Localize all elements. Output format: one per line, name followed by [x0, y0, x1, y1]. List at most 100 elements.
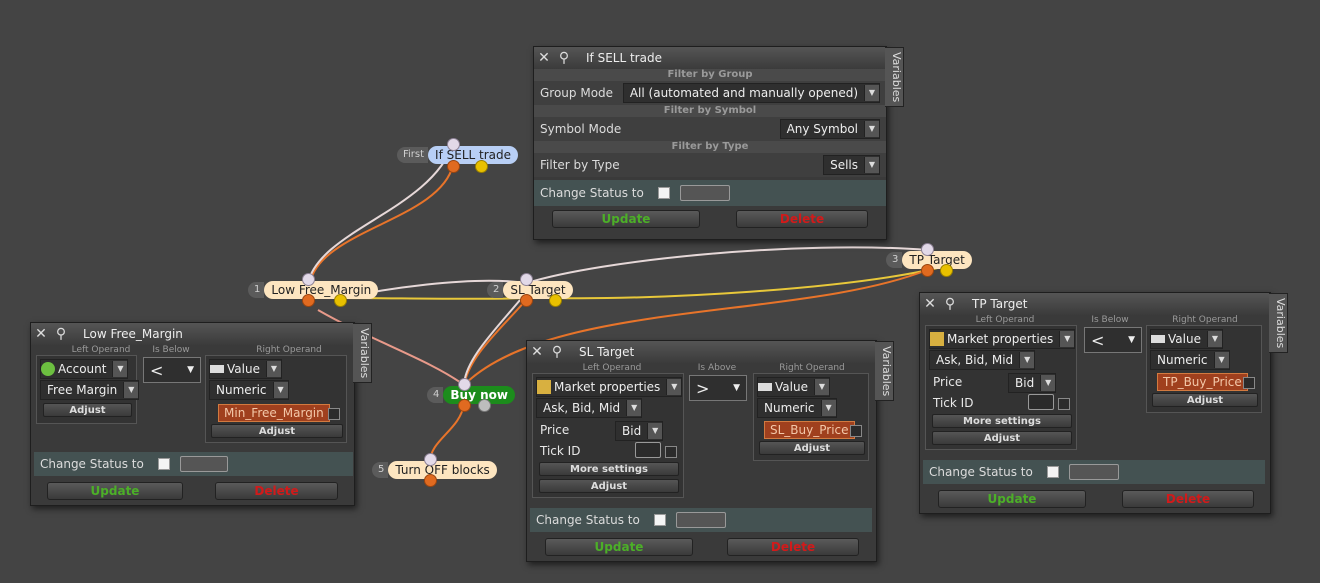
- node-output-dot[interactable]: [549, 294, 562, 307]
- delete-button[interactable]: Delete: [1122, 490, 1254, 508]
- node-label: Turn OFF blocks: [388, 461, 497, 479]
- node-number: 5: [372, 462, 389, 478]
- variables-tab[interactable]: Variables: [1269, 293, 1288, 354]
- change-status-checkbox[interactable]: [157, 458, 170, 470]
- node-output-dot[interactable]: [302, 294, 315, 307]
- window-titlebar[interactable]: ✕ ⚲ SL Target: [527, 341, 876, 363]
- node-buy-now[interactable]: 4 Buy now: [427, 386, 515, 404]
- tick-id-checkbox[interactable]: [1058, 398, 1070, 410]
- node-output-dot[interactable]: [520, 294, 533, 307]
- status-color-swatch[interactable]: [1068, 464, 1119, 480]
- pin-icon[interactable]: ⚲: [51, 326, 71, 342]
- variables-tab[interactable]: Variables: [885, 47, 904, 108]
- select-value: Bid: [1015, 376, 1035, 390]
- group-mode-select[interactable]: All (automated and manually opened) ▼: [622, 83, 880, 103]
- change-status-checkbox[interactable]: [1046, 466, 1059, 478]
- window-titlebar[interactable]: ✕ ⚲ TP Target: [920, 293, 1270, 315]
- right-format-select[interactable]: Numeric ▼: [209, 380, 289, 400]
- filter-type-select[interactable]: Sells ▼: [823, 155, 880, 175]
- variable-checkbox[interactable]: [850, 425, 862, 437]
- left-value-select[interactable]: Free Margin ▼: [40, 380, 140, 400]
- adjust-button[interactable]: Adjust: [932, 431, 1072, 445]
- tick-id-checkbox[interactable]: [665, 446, 677, 458]
- pin-icon[interactable]: ⚲: [940, 296, 960, 312]
- more-settings-button[interactable]: More settings: [539, 462, 679, 476]
- variable-field[interactable]: SL_Buy_Price: [764, 421, 855, 439]
- left-type-select[interactable]: Market properties ▼: [536, 377, 683, 397]
- node-output-dot[interactable]: [447, 160, 460, 173]
- update-button[interactable]: Update: [938, 490, 1086, 508]
- variable-checkbox[interactable]: [328, 408, 340, 420]
- button-row: Update Delete: [534, 206, 886, 228]
- node-input-dot[interactable]: [520, 273, 533, 286]
- adjust-button[interactable]: Adjust: [539, 479, 679, 493]
- variable-checkbox[interactable]: [1243, 377, 1255, 389]
- left-operand-caption: Left Operand: [582, 363, 642, 373]
- node-input-dot[interactable]: [424, 453, 437, 466]
- window-titlebar[interactable]: ✕ ⚲ Low Free_Margin: [31, 323, 354, 345]
- close-icon[interactable]: ✕: [534, 50, 554, 66]
- market-icon: [537, 380, 551, 394]
- price-select[interactable]: Bid ▼: [1008, 373, 1057, 393]
- node-output-dot[interactable]: [334, 294, 347, 307]
- more-settings-button[interactable]: More settings: [932, 414, 1072, 428]
- adjust-button[interactable]: Adjust: [43, 403, 132, 417]
- delete-button[interactable]: Delete: [736, 210, 868, 228]
- update-button[interactable]: Update: [552, 210, 700, 228]
- adjust-button[interactable]: Adjust: [1152, 393, 1258, 407]
- update-button[interactable]: Update: [47, 482, 183, 500]
- node-output-dot[interactable]: [475, 160, 488, 173]
- pin-icon[interactable]: ⚲: [547, 344, 567, 360]
- node-output-dot[interactable]: [940, 264, 953, 277]
- pin-icon[interactable]: ⚲: [554, 50, 574, 66]
- left-type-select[interactable]: Account ▼: [40, 359, 129, 379]
- variables-tab[interactable]: Variables: [875, 341, 894, 402]
- right-type-select[interactable]: Value ▼: [757, 377, 830, 397]
- price-select[interactable]: Bid ▼: [615, 421, 664, 441]
- operator-select[interactable]: < ▼: [1084, 327, 1142, 353]
- left-value-select[interactable]: Ask, Bid, Mid ▼: [929, 350, 1036, 370]
- close-icon[interactable]: ✕: [527, 344, 547, 360]
- operator-select[interactable]: > ▼: [689, 375, 747, 401]
- symbol-mode-select[interactable]: Any Symbol ▼: [779, 119, 880, 139]
- right-format-select[interactable]: Numeric ▼: [1150, 350, 1230, 370]
- node-output-dot[interactable]: [478, 399, 491, 412]
- node-input-dot[interactable]: [447, 138, 460, 151]
- adjust-button[interactable]: Adjust: [759, 441, 865, 455]
- variables-tab[interactable]: Variables: [353, 323, 372, 384]
- chevron-down-icon: ▼: [864, 157, 879, 173]
- tick-id-input[interactable]: [635, 442, 661, 458]
- sl-target-window: ✕ ⚲ SL Target Variables Left Operand Is …: [526, 340, 894, 562]
- node-input-dot[interactable]: [458, 378, 471, 391]
- node-output-dot[interactable]: [424, 474, 437, 487]
- select-value: All (automated and manually opened): [629, 86, 858, 100]
- left-type-select[interactable]: Market properties ▼: [929, 329, 1076, 349]
- close-icon[interactable]: ✕: [31, 326, 51, 342]
- node-input-dot[interactable]: [921, 243, 934, 256]
- change-status-checkbox[interactable]: [653, 514, 666, 526]
- group-mode-row: Group Mode All (automated and manually o…: [534, 81, 886, 105]
- update-button[interactable]: Update: [545, 538, 693, 556]
- node-input-dot[interactable]: [302, 273, 315, 286]
- status-color-swatch[interactable]: [675, 512, 726, 528]
- node-output-dot[interactable]: [921, 264, 934, 277]
- adjust-button[interactable]: Adjust: [211, 424, 343, 438]
- tick-id-input[interactable]: [1028, 394, 1054, 410]
- node-output-dot[interactable]: [458, 399, 471, 412]
- delete-button[interactable]: Delete: [727, 538, 859, 556]
- chevron-down-icon: ▼: [1059, 331, 1075, 347]
- right-format-select[interactable]: Numeric ▼: [757, 398, 837, 418]
- close-icon[interactable]: ✕: [920, 296, 940, 312]
- operator-select[interactable]: < ▼: [143, 357, 201, 383]
- variable-field[interactable]: Min_Free_Margin: [218, 404, 330, 422]
- change-status-checkbox[interactable]: [657, 187, 670, 199]
- variable-field[interactable]: TP_Buy_Price: [1157, 373, 1248, 391]
- status-color-swatch[interactable]: [679, 185, 730, 201]
- window-titlebar[interactable]: ✕ ⚲ If SELL trade: [534, 47, 886, 69]
- left-value-select[interactable]: Ask, Bid, Mid ▼: [536, 398, 643, 418]
- right-type-select[interactable]: Value ▼: [1150, 329, 1223, 349]
- right-type-select[interactable]: Value ▼: [209, 359, 282, 379]
- chevron-down-icon: ▼: [272, 382, 288, 398]
- status-color-swatch[interactable]: [179, 456, 228, 472]
- delete-button[interactable]: Delete: [215, 482, 338, 500]
